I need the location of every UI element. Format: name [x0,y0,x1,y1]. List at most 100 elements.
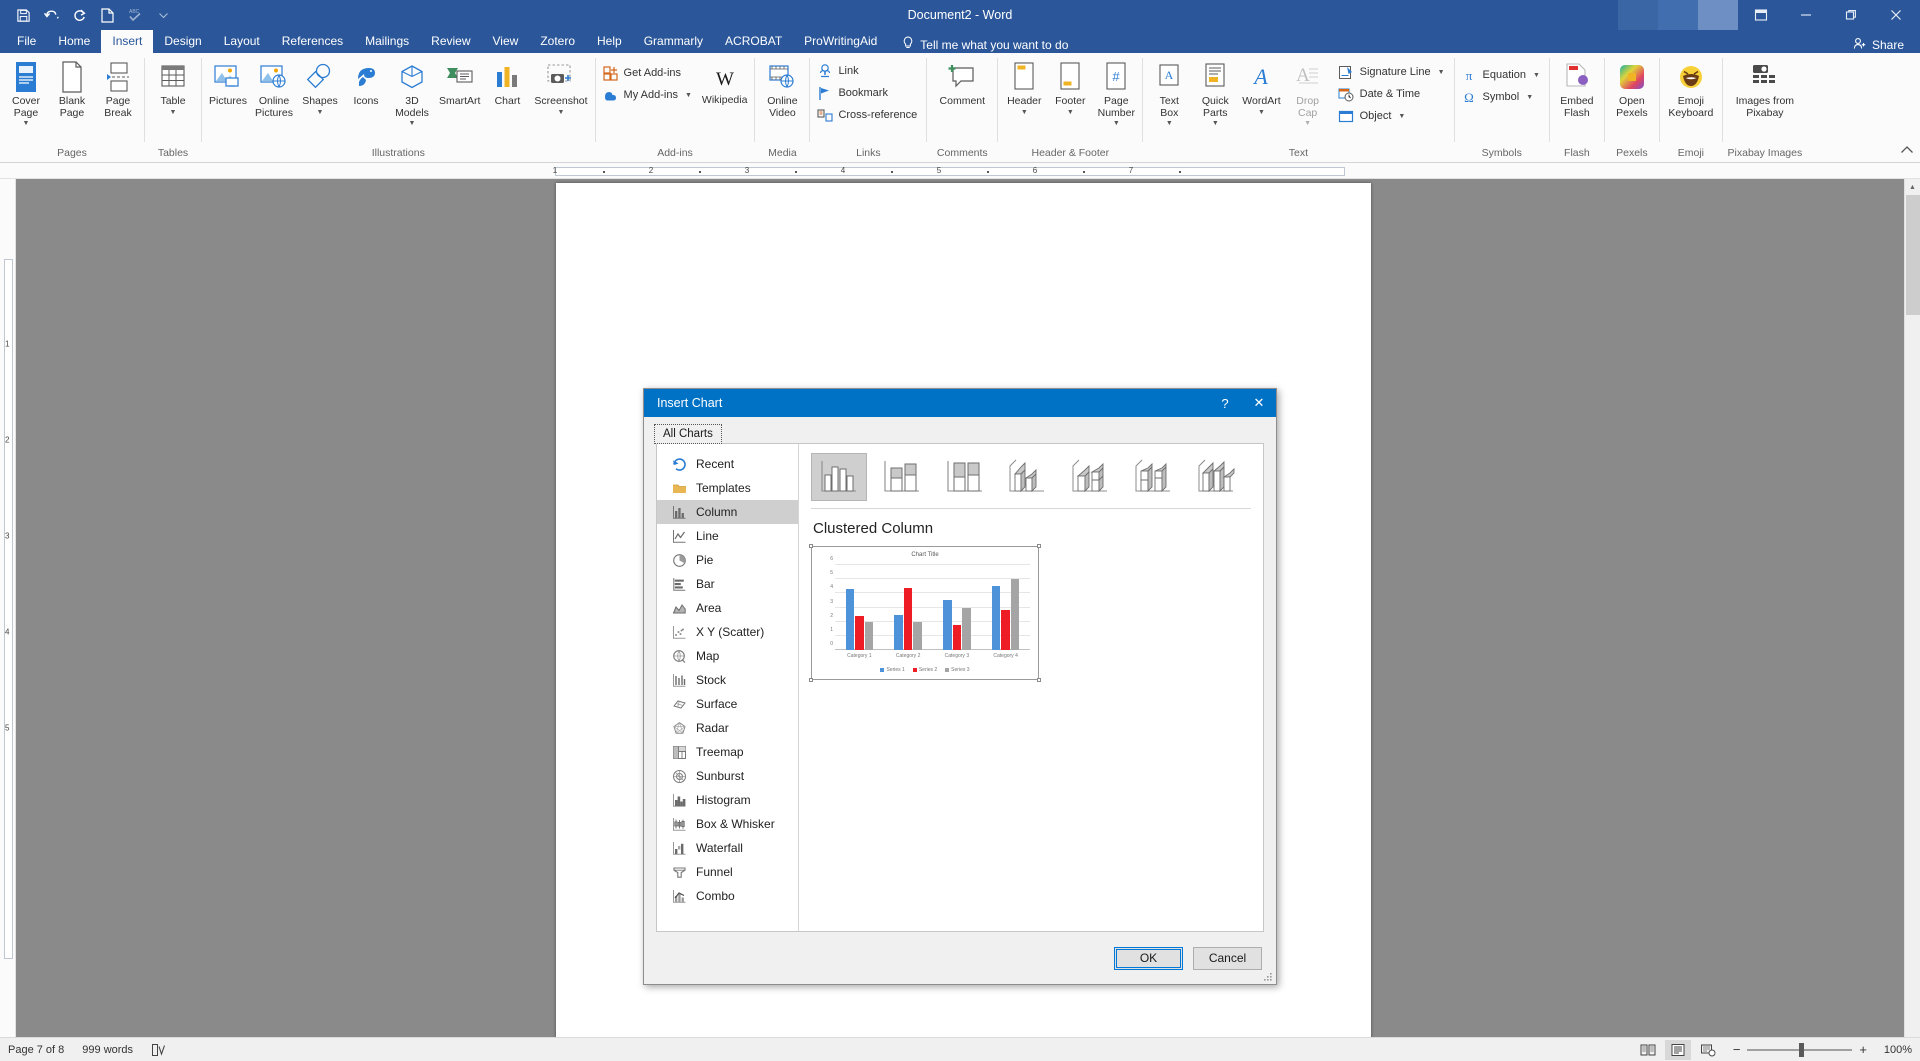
quick-parts-button[interactable]: Quick Parts ▼ [1192,58,1238,129]
chart-type-histogram[interactable]: Histogram [657,788,798,812]
drop-cap-button[interactable]: A Drop Cap ▼ [1285,58,1331,129]
chevron-down-icon[interactable]: ▼ [1398,113,1405,120]
chevron-down-icon[interactable]: ▼ [1304,120,1311,127]
page-break-button[interactable]: Page Break [95,58,141,121]
subtype-clustered-column[interactable] [811,453,867,501]
link-button[interactable]: Link [813,61,923,81]
horizontal-ruler[interactable]: 1 2 3 4 5 6 7 [0,163,1920,179]
dialog-close-icon[interactable]: ✕ [1242,389,1276,417]
smartart-button[interactable]: SmartArt [435,58,484,110]
tab-home[interactable]: Home [47,30,101,53]
tab-layout[interactable]: Layout [213,30,271,53]
scroll-up-icon[interactable]: ▲ [1905,179,1920,195]
tab-review[interactable]: Review [420,30,481,53]
comment-button[interactable]: Comment [936,58,990,110]
blank-page-button[interactable]: Blank Page [49,58,95,121]
tab-references[interactable]: References [271,30,354,53]
save-icon[interactable] [10,3,36,27]
subtype-3d-100-percent-stacked-column[interactable] [1126,453,1182,501]
chevron-down-icon[interactable]: ▼ [23,120,30,127]
chevron-down-icon[interactable]: ▼ [558,109,565,116]
tell-me-box[interactable]: Tell me what you want to do [902,36,1068,53]
bookmark-button[interactable]: Bookmark [813,83,923,103]
chevron-down-icon[interactable]: ▼ [1526,94,1533,101]
embed-flash-button[interactable]: Embed Flash [1554,58,1600,121]
wikipedia-button[interactable]: W Wikipedia [698,61,752,109]
chevron-down-icon[interactable]: ▼ [685,92,692,99]
restore-icon[interactable] [1828,0,1873,30]
signature-line-button[interactable]: Signature Line ▼ [1335,62,1451,82]
chart-type-map[interactable]: Map [657,644,798,668]
chart-type-recent[interactable]: Recent [657,452,798,476]
chart-type-treemap[interactable]: Treemap [657,740,798,764]
emoji-keyboard-button[interactable]: Emoji Keyboard [1664,58,1717,121]
chevron-down-icon[interactable]: ▼ [1438,69,1445,76]
tab-all-charts[interactable]: All Charts [654,424,722,444]
subtype-3d-stacked-column[interactable] [1063,453,1119,501]
subtype-stacked-column[interactable] [874,453,930,501]
minimize-icon[interactable] [1783,0,1828,30]
3d-models-button[interactable]: 3D Models ▼ [389,58,435,129]
dialog-help-icon[interactable]: ? [1208,389,1242,417]
cover-page-button[interactable]: Cover Page ▼ [3,58,49,129]
vertical-ruler[interactable]: 1 2 3 4 5 [0,179,16,1037]
chevron-down-icon[interactable]: ▼ [1067,109,1074,116]
chevron-down-icon[interactable]: ▼ [1212,120,1219,127]
scrollbar-thumb[interactable] [1906,195,1920,315]
vertical-scrollbar[interactable]: ▲ [1904,179,1920,1037]
chart-type-bar[interactable]: Bar [657,572,798,596]
chevron-down-icon[interactable]: ▼ [1021,109,1028,116]
ribbon-display-options-icon[interactable] [1738,0,1783,30]
chart-type-funnel[interactable]: Funnel [657,860,798,884]
chart-button[interactable]: Chart [484,58,530,110]
chevron-down-icon[interactable]: ▼ [317,109,324,116]
equation-button[interactable]: π Equation ▼ [1458,65,1546,85]
dialog-resize-grip[interactable] [1263,971,1273,981]
subtype-100-percent-stacked-column[interactable] [937,453,993,501]
chart-type-waterfall[interactable]: Waterfall [657,836,798,860]
new-document-icon[interactable] [94,3,120,27]
online-pictures-button[interactable]: Online Pictures [251,58,297,121]
chevron-down-icon[interactable]: ▼ [1113,120,1120,127]
tab-view[interactable]: View [482,30,530,53]
spelling-check-icon[interactable]: ABC [122,3,148,27]
footer-button[interactable]: Footer ▼ [1047,58,1093,118]
get-addins-button[interactable]: Get Add-ins [599,63,698,83]
chart-type-box-whisker[interactable]: Box & Whisker [657,812,798,836]
chevron-down-icon[interactable]: ▼ [1533,72,1540,79]
chart-type-pie[interactable]: Pie [657,548,798,572]
chevron-down-icon[interactable]: ▼ [1258,109,1265,116]
my-addins-button[interactable]: My Add-ins ▼ [599,85,698,105]
close-icon[interactable] [1873,0,1918,30]
page-number-button[interactable]: # Page Number ▼ [1093,58,1139,129]
chart-type-stock[interactable]: Stock [657,668,798,692]
chart-type-column[interactable]: Column [657,500,798,524]
subtype-3d-column[interactable] [1189,453,1245,501]
chart-type-scatter[interactable]: X Y (Scatter) [657,620,798,644]
chevron-down-icon[interactable]: ▼ [409,120,416,127]
tab-prowritingaid[interactable]: ProWritingAid [793,30,888,53]
tab-grammarly[interactable]: Grammarly [633,30,714,53]
tab-design[interactable]: Design [153,30,212,53]
tab-acrobat[interactable]: ACROBAT [714,30,793,53]
chart-type-sunburst[interactable]: Sunburst [657,764,798,788]
date-time-button[interactable]: Date & Time [1335,84,1451,104]
header-button[interactable]: Header ▼ [1001,58,1047,118]
ok-button[interactable]: OK [1114,946,1183,970]
tab-mailings[interactable]: Mailings [354,30,420,53]
share-button[interactable]: Share [1853,37,1904,53]
chart-type-radar[interactable]: Radar [657,716,798,740]
online-video-button[interactable]: Online Video [759,58,805,121]
chevron-down-icon[interactable] [150,3,176,27]
tab-zotero[interactable]: Zotero [529,30,586,53]
collapse-ribbon-button[interactable] [1900,145,1914,158]
chevron-down-icon[interactable]: ▼ [1166,120,1173,127]
open-pexels-button[interactable]: Open Pexels [1609,58,1655,121]
table-button[interactable]: Table ▼ [150,58,196,118]
tab-insert[interactable]: Insert [101,30,154,53]
chart-type-line[interactable]: Line [657,524,798,548]
chart-type-area[interactable]: Area [657,596,798,620]
shapes-button[interactable]: Shapes ▼ [297,58,343,118]
object-button[interactable]: Object ▼ [1335,106,1451,126]
undo-icon[interactable] [38,3,64,27]
